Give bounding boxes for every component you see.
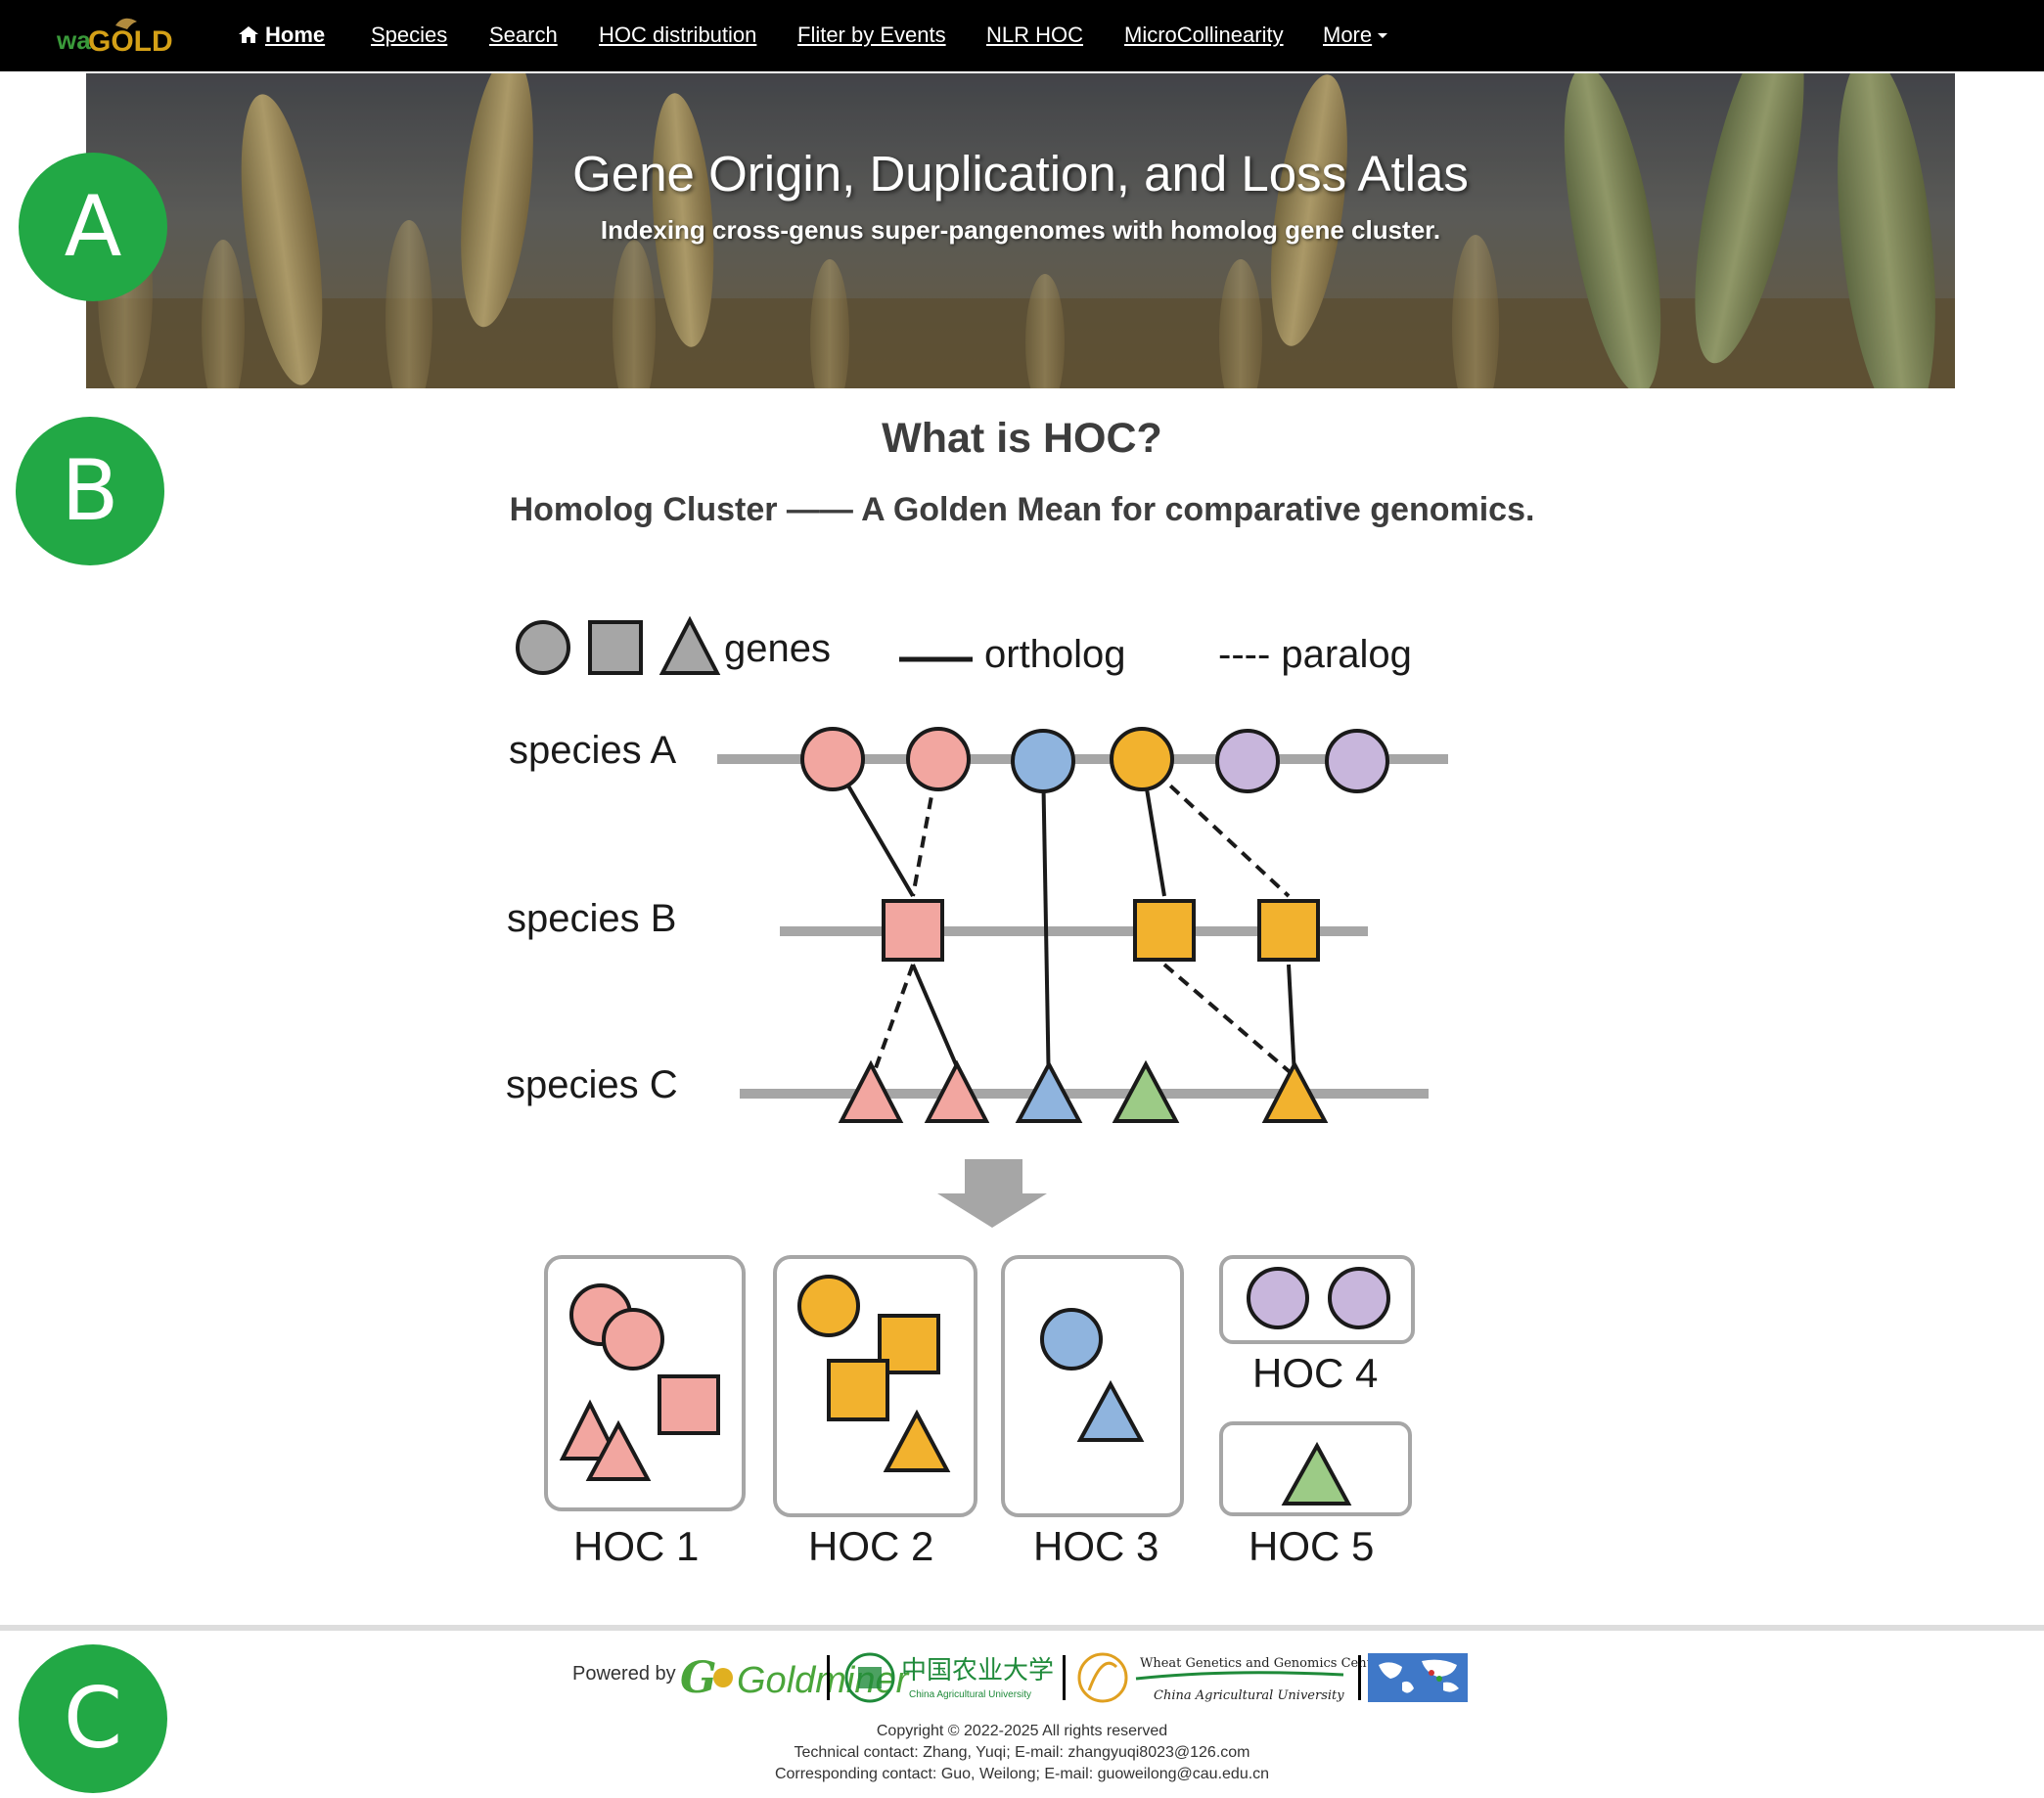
home-icon <box>239 26 258 43</box>
svg-text:China Agricultural University: China Agricultural University <box>1154 1688 1344 1703</box>
nav-species[interactable]: Species <box>371 22 447 48</box>
hoc3-box <box>1001 1255 1184 1517</box>
footer-divider <box>0 1625 2044 1631</box>
gene-a2 <box>906 727 971 791</box>
svg-text:wa: wa <box>56 25 91 55</box>
hoc1-label: HOC 1 <box>573 1523 699 1569</box>
svg-text:G: G <box>680 1653 717 1703</box>
top-navbar: wa GOLD Home Species Search HOC distribu… <box>0 0 2044 71</box>
hoc4-label: HOC 4 <box>1252 1350 1378 1396</box>
nav-search[interactable]: Search <box>489 22 558 48</box>
svg-text:中国农业大学: 中国农业大学 <box>901 1656 1054 1686</box>
gene-a3 <box>1011 729 1075 793</box>
hero-banner: Gene Origin, Duplication, and Loss Atlas… <box>86 73 1955 388</box>
nav-filter-by-events[interactable]: Fliter by Events <box>797 22 946 48</box>
species-c-label: species C <box>506 1063 678 1106</box>
nav-home[interactable]: Home <box>238 22 325 48</box>
legend-circle-icon <box>516 620 570 675</box>
footer-logos: G Goldminer 中国农业大学 China Agricultural Un… <box>680 1652 1468 1703</box>
svg-text:Wheat Genetics and Genomics Ce: Wheat Genetics and Genomics Center <box>1140 1656 1385 1671</box>
gene-a1 <box>800 727 865 791</box>
hero-title: Gene Origin, Duplication, and Loss Atlas <box>572 146 1469 202</box>
gene-a4 <box>1110 727 1174 791</box>
gene-b3 <box>1257 899 1320 962</box>
page: wa GOLD Home Species Search HOC distribu… <box>0 0 2044 1798</box>
gene-b1 <box>882 899 944 962</box>
nav-more-dropdown[interactable]: More <box>1323 22 1388 48</box>
nav-home-label: Home <box>265 22 326 47</box>
technical-contact-text: Technical contact: Zhang, Yuqi; E-mail: … <box>794 1744 1250 1761</box>
wggc-logo[interactable]: Wheat Genetics and Genomics Center China… <box>1077 1652 1385 1703</box>
label-badge-a: A <box>19 153 167 301</box>
world-map-logo[interactable] <box>1368 1653 1468 1702</box>
powered-by-label: Powered by <box>572 1663 676 1685</box>
legend-genes-label: genes <box>724 627 831 670</box>
nav-more-label: More <box>1323 22 1373 47</box>
gene-a6 <box>1325 729 1389 793</box>
section-title: What is HOC? <box>882 415 1162 462</box>
nav-microcollinearity[interactable]: MicroCollinearity <box>1124 22 1284 48</box>
species-b-label: species B <box>507 897 676 940</box>
legend-paralog-label: ---- paralog <box>1218 633 1412 676</box>
legend-ortholog-label: ortholog <box>984 633 1126 676</box>
section-subtitle: Homolog Cluster —— A Golden Mean for com… <box>509 491 1535 528</box>
svg-text:China Agricultural University: China Agricultural University <box>909 1689 1031 1700</box>
hoc5-label: HOC 5 <box>1249 1523 1374 1569</box>
caret-down-icon <box>1378 33 1388 38</box>
hero-subtitle: Indexing cross-genus super-pangenomes wi… <box>600 215 1441 245</box>
nav-nlr-hoc[interactable]: NLR HOC <box>986 22 1083 48</box>
copyright-text: Copyright © 2022-2025 All rights reserve… <box>876 1723 1168 1739</box>
hoc2-label: HOC 2 <box>808 1523 933 1569</box>
svg-text:GOLD: GOLD <box>88 25 172 58</box>
legend-square-icon <box>588 620 643 675</box>
hoc3-label: HOC 3 <box>1033 1523 1158 1569</box>
arrow-down-icon <box>937 1159 1047 1228</box>
species-a-label: species A <box>509 729 677 772</box>
corresponding-contact-text: Corresponding contact: Guo, Weilong; E-m… <box>774 1766 1270 1782</box>
wagold-logo[interactable]: wa GOLD <box>55 12 172 59</box>
gene-a5 <box>1215 729 1280 793</box>
nav-hoc-distribution[interactable]: HOC distribution <box>599 22 756 48</box>
hoc-diagram: genes ortholog ---- paralog species A sp… <box>506 615 1448 1569</box>
gene-b2 <box>1133 899 1196 962</box>
legend-triangle-icon <box>659 615 721 675</box>
